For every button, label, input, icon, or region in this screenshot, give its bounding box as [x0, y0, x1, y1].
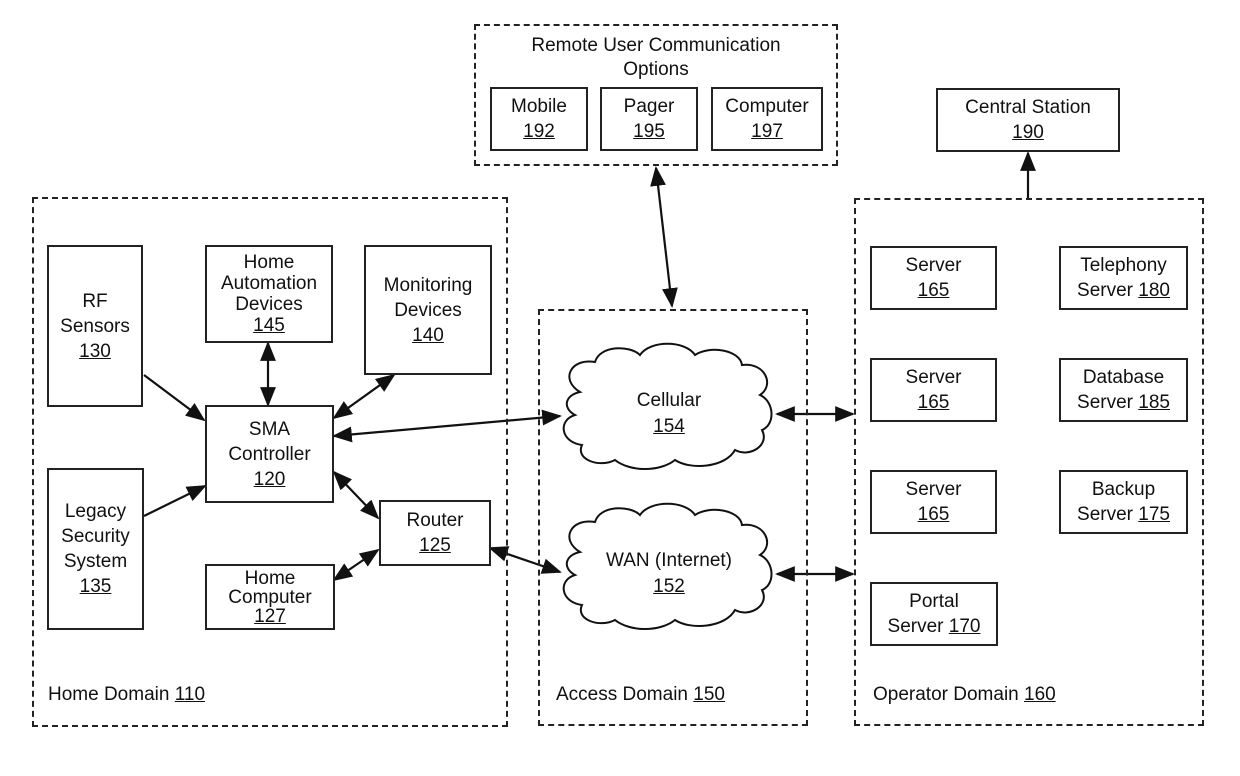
mobile-box[interactable]: Mobile 192: [490, 87, 588, 151]
home-computer-box[interactable]: Home Computer 127: [205, 564, 335, 630]
home-domain-label: Home Domain 110: [48, 684, 206, 705]
remote-options-title: Remote User Communication Options: [531, 35, 781, 80]
monitoring-devices-box[interactable]: Monitoring Devices 140: [364, 245, 492, 375]
access-domain-label: Access Domain 150: [556, 684, 725, 705]
legacy-security-box[interactable]: Legacy Security System 135: [47, 468, 144, 630]
access-domain-group: [538, 309, 808, 726]
server-box-2[interactable]: Server 165: [870, 358, 997, 422]
home-automation-box[interactable]: Home Automation Devices 145: [205, 245, 333, 343]
operator-domain-label: Operator Domain 160: [873, 684, 1056, 705]
telephony-server-box[interactable]: Telephony Server 180: [1059, 246, 1188, 310]
database-server-box[interactable]: Database Server 185: [1059, 358, 1188, 422]
arrow-remote-access: [650, 166, 678, 308]
server-box-1[interactable]: Server 165: [870, 246, 997, 310]
sma-controller-box[interactable]: SMA Controller 120: [205, 405, 334, 503]
rf-sensors-box[interactable]: RF Sensors 130: [47, 245, 143, 407]
wan-label: WAN (Internet) 152: [606, 550, 732, 597]
server-box-3[interactable]: Server 165: [870, 470, 997, 534]
cellular-label: Cellular 154: [636, 390, 702, 437]
central-station-box[interactable]: Central Station 190: [936, 88, 1120, 152]
router-box[interactable]: Router 125: [379, 500, 491, 566]
pager-box[interactable]: Pager 195: [600, 87, 698, 151]
portal-server-box[interactable]: Portal Server 170: [870, 582, 998, 646]
backup-server-box[interactable]: Backup Server 175: [1059, 470, 1188, 534]
computer-box[interactable]: Computer 197: [711, 87, 823, 151]
